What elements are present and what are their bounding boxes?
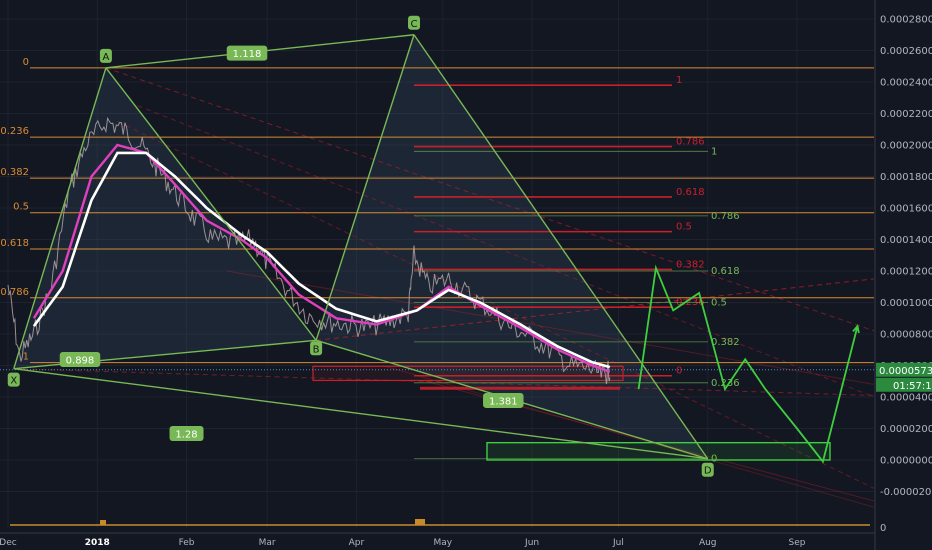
fib-green-label: 0.618 bbox=[711, 266, 740, 277]
fib-left-label: 1 bbox=[23, 352, 29, 363]
fib-red-label: 0.5 bbox=[676, 222, 692, 233]
price-tick-label: 0.00020000 bbox=[880, 141, 932, 152]
ratio-label: 1.118 bbox=[233, 49, 262, 60]
ratio-label: 0.898 bbox=[66, 355, 95, 366]
target-zone-box[interactable] bbox=[486, 441, 831, 461]
fib-left-label: 0.5 bbox=[13, 202, 29, 213]
price-tick-label: 0.00028000 bbox=[880, 15, 932, 26]
time-tick-label: Apr bbox=[349, 538, 365, 548]
fib-red-label: 0.618 bbox=[676, 187, 705, 198]
pattern-point-a-label: A bbox=[102, 52, 109, 63]
pattern-point-c-label: C bbox=[411, 19, 418, 30]
red-support-bar bbox=[420, 386, 620, 390]
pattern-point-x-label: X bbox=[10, 376, 17, 387]
time-tick-label: Aug bbox=[699, 538, 717, 548]
time-tick-label: Feb bbox=[179, 538, 195, 548]
price-tick-label: 0.00000000 bbox=[880, 456, 932, 467]
fib-left-label: 0.618 bbox=[0, 238, 29, 249]
time-tick-label: Jul bbox=[612, 538, 624, 548]
price-tick-label: 0.00016000 bbox=[880, 204, 932, 215]
price-tick-label: 0.00004000 bbox=[880, 393, 932, 404]
fib-green-label: 0.5 bbox=[711, 298, 727, 309]
time-tick-label: May bbox=[434, 538, 453, 548]
fib-left-label: 0 bbox=[23, 57, 29, 68]
time-tick-label: Dec bbox=[0, 538, 17, 548]
countdown-value: 01:57:14 bbox=[893, 381, 932, 392]
fib-red-label: 0.382 bbox=[676, 259, 705, 270]
fib-green-label: 1 bbox=[711, 146, 717, 157]
price-axis[interactable]: 0.00028000 0.00026000 0.00024000 0.00022000… bbox=[874, 0, 932, 550]
price-tick-label: 0.00012000 bbox=[880, 267, 932, 278]
time-tick-label: Sep bbox=[789, 538, 806, 548]
price-tick-label: 0.00014000 bbox=[880, 235, 932, 246]
volume-tick-label: 0 bbox=[880, 523, 886, 534]
fib-left-label: 0.236 bbox=[0, 126, 29, 137]
time-tick-label: Mar bbox=[259, 538, 276, 548]
price-tick-label: 0.00018000 bbox=[880, 172, 932, 183]
fib-red-label: 0 bbox=[676, 366, 682, 377]
red-zone-box[interactable] bbox=[312, 365, 624, 382]
ratio-label: 1.381 bbox=[489, 396, 518, 407]
pattern-point-b-label: B bbox=[313, 344, 320, 355]
chart-canvas[interactable]: 0 0.236 0.382 0.5 0.618 0.786 1 1 0.786 0.618 0.5… bbox=[0, 0, 932, 550]
price-tick-label: 0.00002000 bbox=[880, 424, 932, 435]
price-tick-label: -0.00002000 bbox=[880, 487, 932, 498]
time-tick-label: 2018 bbox=[85, 538, 110, 548]
fib-green-label: 0.786 bbox=[711, 211, 740, 222]
price-tick-label: 0.00024000 bbox=[880, 78, 932, 89]
fib-red-label: 1 bbox=[676, 75, 682, 86]
current-price-value: 0.00005733 bbox=[879, 366, 932, 377]
fib-red-label: 0.786 bbox=[676, 137, 705, 148]
price-tick-label: 0.00008000 bbox=[880, 330, 932, 341]
ratio-label: 1.28 bbox=[175, 430, 197, 441]
price-tick-label: 0.00022000 bbox=[880, 109, 932, 120]
volume-spike bbox=[415, 519, 425, 525]
volume-spike bbox=[100, 520, 106, 525]
price-tick-label: 0.00010000 bbox=[880, 298, 932, 309]
pattern-point-d-label: D bbox=[704, 466, 712, 477]
fib-left-label: 0.786 bbox=[0, 287, 29, 298]
price-tick-label: 0.00026000 bbox=[880, 46, 932, 57]
fib-left-label: 0.382 bbox=[0, 167, 29, 178]
time-tick-label: Jun bbox=[524, 538, 539, 548]
fib-green-label: 0.382 bbox=[711, 337, 740, 348]
